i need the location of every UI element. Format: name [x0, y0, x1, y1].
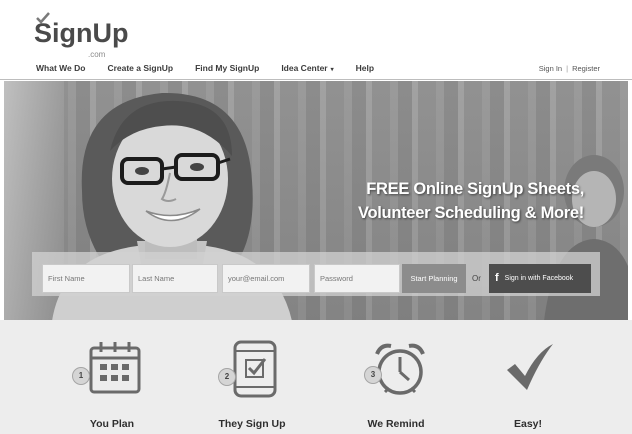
- hero-headline-line2: Volunteer Scheduling & More!: [358, 204, 584, 222]
- register-link[interactable]: Register: [572, 64, 600, 73]
- step-number-badge: 1: [72, 367, 90, 385]
- header-divider: [0, 79, 632, 80]
- signup-form-bar: First Name Last Name your@email.com Pass…: [32, 252, 600, 296]
- feature-label: Easy!: [513, 418, 543, 430]
- main-nav: What We Do Create a SignUp Find My SignU…: [36, 63, 396, 75]
- start-planning-button[interactable]: Start Planning: [402, 264, 466, 293]
- facebook-signin-label: Sign in with Facebook: [504, 275, 574, 282]
- features-section: 1 You Plan 2 They Sign Up 3 We Remind Ea…: [0, 320, 632, 434]
- sign-in-link[interactable]: Sign In: [539, 64, 562, 73]
- email-input[interactable]: your@email.com: [222, 264, 310, 293]
- feature-easy: Easy!: [478, 340, 578, 434]
- calendar-icon: [89, 342, 141, 394]
- nav-create-signup[interactable]: Create a SignUp: [107, 63, 173, 75]
- feature-we-remind: 3 We Remind: [346, 340, 446, 434]
- auth-separator: |: [566, 64, 569, 73]
- or-text: Or: [472, 274, 481, 283]
- page: SignUp .com What We Do Create a SignUp F…: [0, 0, 632, 434]
- password-input[interactable]: Password: [314, 264, 400, 293]
- feature-you-plan: 1 You Plan: [62, 340, 162, 434]
- step-number-badge: 3: [364, 366, 382, 384]
- nav-help[interactable]: Help: [356, 63, 374, 75]
- hero-headline: FREE Online SignUp Sheets, Volunteer Sch…: [334, 177, 584, 225]
- feature-label: We Remind: [367, 418, 425, 430]
- feature-label: You Plan: [89, 418, 135, 430]
- feature-label: They Sign Up: [218, 418, 286, 430]
- nav-idea-center-label: Idea Center: [281, 63, 328, 73]
- nav-idea-center[interactable]: Idea Center ▾: [281, 63, 333, 75]
- phone-checkbox-icon: [233, 340, 277, 398]
- signup-logo[interactable]: SignUp .com: [34, 12, 134, 60]
- logo-domain: .com: [88, 50, 106, 59]
- last-name-input[interactable]: Last Name: [132, 264, 218, 293]
- site-header: SignUp .com What We Do Create a SignUp F…: [0, 0, 632, 80]
- facebook-icon: f: [495, 272, 499, 284]
- chevron-down-icon: ▾: [330, 67, 334, 73]
- feature-they-sign-up: 2 They Sign Up: [202, 340, 302, 434]
- first-name-input[interactable]: First Name: [42, 264, 130, 293]
- step-number-badge: 2: [218, 368, 236, 386]
- hero-headline-line1: FREE Online SignUp Sheets,: [366, 180, 584, 198]
- logo-text: SignUp: [34, 18, 129, 48]
- facebook-signin-button[interactable]: f Sign in with Facebook: [489, 264, 591, 293]
- nav-what-we-do[interactable]: What We Do: [36, 63, 85, 75]
- auth-links: Sign In | Register: [539, 64, 600, 73]
- checkmark-icon: [507, 344, 553, 390]
- nav-find-signup[interactable]: Find My SignUp: [195, 63, 259, 75]
